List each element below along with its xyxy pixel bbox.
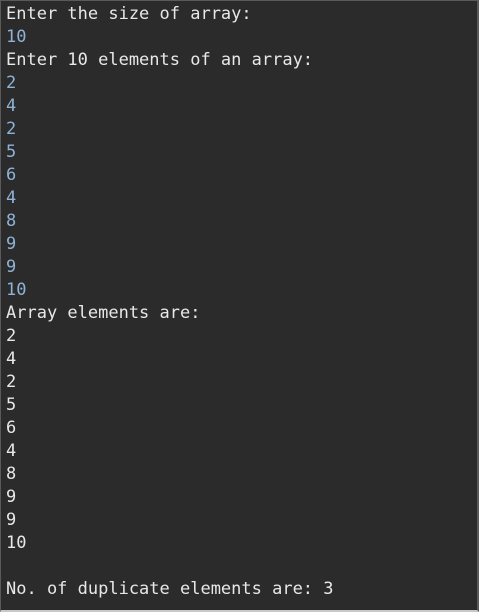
output-element: 8	[6, 464, 17, 484]
input-element: 4	[6, 96, 17, 116]
console-window[interactable]: Enter the size of array: 10 Enter 10 ele…	[0, 0, 479, 612]
input-element: 10	[6, 280, 27, 300]
duplicate-count-result: No. of duplicate elements are: 3	[6, 579, 334, 599]
input-element: 8	[6, 211, 17, 231]
input-element: 2	[6, 119, 17, 139]
output-element: 9	[6, 510, 17, 530]
output-element: 2	[6, 372, 17, 392]
array-elements-header: Array elements are:	[6, 303, 201, 323]
input-element: 5	[6, 142, 17, 162]
output-element: 9	[6, 487, 17, 507]
output-element: 4	[6, 441, 17, 461]
prompt-array-elements: Enter 10 elements of an array:	[6, 50, 314, 70]
input-element: 2	[6, 73, 17, 93]
output-element: 5	[6, 395, 17, 415]
input-element: 9	[6, 257, 17, 277]
output-element: 10	[6, 533, 27, 553]
output-element: 4	[6, 349, 17, 369]
prompt-array-size: Enter the size of array:	[6, 4, 252, 24]
input-array-size: 10	[6, 27, 27, 47]
input-element: 4	[6, 188, 17, 208]
input-element: 6	[6, 165, 17, 185]
output-element: 6	[6, 418, 17, 438]
input-element: 9	[6, 234, 17, 254]
output-element: 2	[6, 326, 17, 346]
